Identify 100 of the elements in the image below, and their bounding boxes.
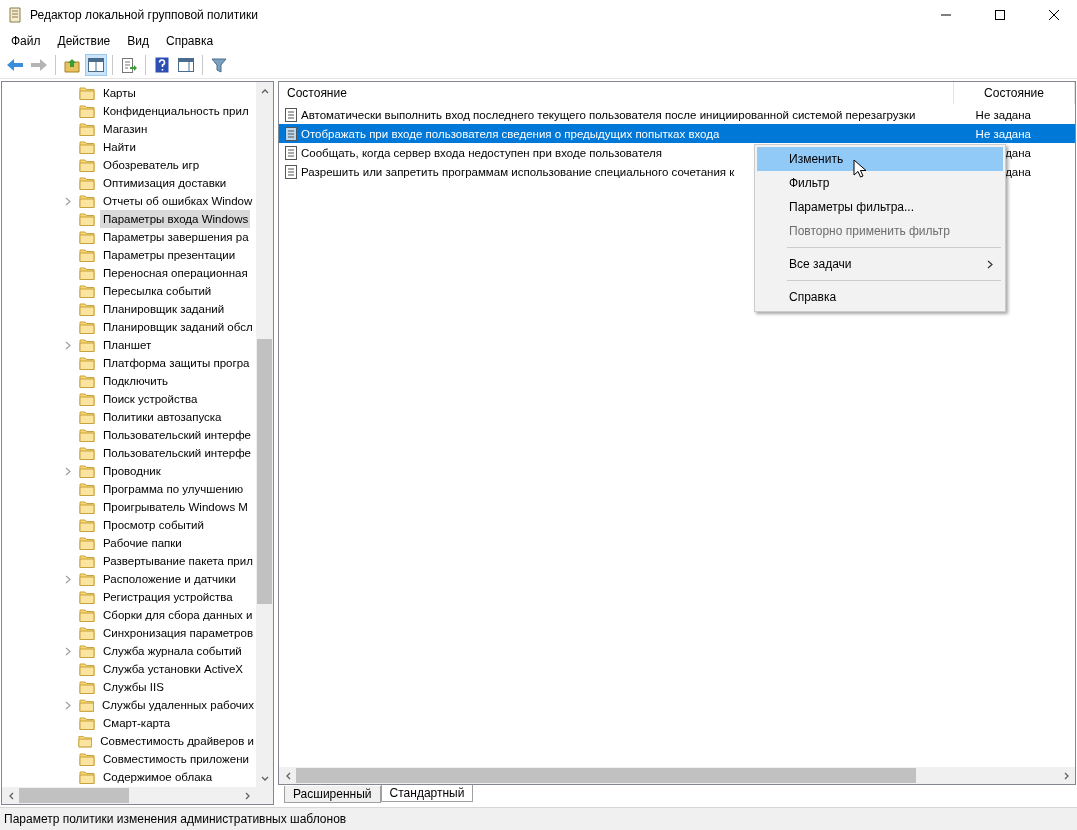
tree-item[interactable]: Параметры презентации bbox=[100, 246, 238, 264]
tree-item[interactable]: Совместимость приложени bbox=[100, 750, 251, 768]
tree-item[interactable]: Рабочие папки bbox=[100, 534, 184, 552]
tree-item[interactable]: Проводник bbox=[100, 462, 163, 480]
close-icon[interactable] bbox=[1049, 10, 1059, 20]
folder-icon bbox=[79, 392, 95, 406]
policy-state: дана bbox=[1004, 146, 1032, 159]
menu-item[interactable]: Справка bbox=[157, 34, 222, 48]
vertical-scrollbar[interactable] bbox=[256, 82, 273, 787]
policy-state: дана bbox=[1004, 165, 1032, 178]
tree-item[interactable]: Политики автозапуска bbox=[100, 408, 224, 426]
tree-item[interactable]: Пересылка событий bbox=[100, 282, 214, 300]
tree-item[interactable]: Отчеты об ошибках Window bbox=[100, 192, 255, 210]
folder-icon bbox=[79, 572, 95, 586]
folder-icon bbox=[78, 698, 95, 712]
view-tab[interactable]: Расширенный bbox=[284, 786, 381, 803]
folder-icon bbox=[79, 284, 95, 298]
tree-item[interactable]: Совместимость драйверов и bbox=[97, 732, 256, 750]
menu-item[interactable]: Изменить bbox=[757, 147, 1003, 171]
folder-icon bbox=[79, 176, 95, 190]
tree-item[interactable]: Оптимизация доставки bbox=[100, 174, 229, 192]
tree-item[interactable]: Пользовательский интерфе bbox=[100, 444, 253, 462]
view-tab[interactable]: Стандартный bbox=[380, 785, 474, 802]
horizontal-scrollbar[interactable] bbox=[2, 787, 256, 804]
folder-icon bbox=[79, 302, 95, 316]
policy-name[interactable]: Отображать при входе пользователя сведения о предыдущих попытках входа bbox=[301, 127, 720, 140]
tree-item[interactable]: Найти bbox=[100, 138, 138, 156]
expand-icon[interactable] bbox=[65, 466, 71, 476]
tree-item[interactable]: Параметры завершения ра bbox=[100, 228, 251, 246]
window-title: Редактор локальной групповой политики bbox=[30, 8, 259, 22]
tree-item[interactable]: Платформа защиты програ bbox=[100, 354, 252, 372]
menu-item[interactable]: Параметры фильтра... bbox=[757, 195, 1003, 219]
mouse-cursor-icon bbox=[853, 159, 867, 179]
tree-item[interactable]: Смарт-карта bbox=[100, 714, 173, 732]
tree-item[interactable]: Планировщик заданий обсл bbox=[100, 318, 255, 336]
expand-icon[interactable] bbox=[65, 574, 71, 584]
maximize-icon[interactable] bbox=[995, 10, 1005, 20]
folder-icon bbox=[79, 410, 95, 424]
tree-item[interactable]: Сборки для сбора данных и bbox=[100, 606, 255, 624]
policy-state: Не задана bbox=[974, 108, 1032, 121]
expand-icon[interactable] bbox=[65, 646, 71, 656]
policy-icon bbox=[285, 145, 297, 160]
horizontal-scrollbar[interactable] bbox=[279, 767, 1075, 784]
folder-icon bbox=[79, 554, 95, 568]
tree-item[interactable]: Службы удаленных рабочих bbox=[99, 696, 256, 714]
app-icon bbox=[8, 7, 22, 23]
tree-item[interactable]: Служба установки ActiveX bbox=[100, 660, 246, 678]
tree-item[interactable]: Проигрыватель Windows M bbox=[100, 498, 250, 516]
folder-icon bbox=[79, 356, 95, 370]
column-header[interactable]: Состояние bbox=[279, 82, 954, 104]
tree-item[interactable]: Планировщик заданий bbox=[100, 300, 227, 318]
folder-icon bbox=[79, 626, 95, 640]
tree-item[interactable]: Регистрация устройства bbox=[100, 588, 235, 606]
menu-item[interactable]: Справка bbox=[757, 285, 1003, 309]
tree-item[interactable]: Обозреватель игр bbox=[100, 156, 202, 174]
folder-icon bbox=[79, 500, 95, 514]
policy-icon bbox=[285, 126, 297, 141]
column-header[interactable]: Состояние bbox=[954, 82, 1075, 104]
tree-item[interactable]: Синхронизация параметров bbox=[100, 624, 255, 642]
tree-item[interactable]: Программа по улучшению bbox=[100, 480, 246, 498]
tree-item[interactable]: Расположение и датчики bbox=[100, 570, 238, 588]
menu-item[interactable]: Фильтр bbox=[757, 171, 1003, 195]
tree-item[interactable]: Переносная операционная bbox=[100, 264, 250, 282]
tree-item[interactable]: Магазин bbox=[100, 120, 150, 138]
folder-icon bbox=[79, 320, 95, 334]
tree-item[interactable]: Просмотр событий bbox=[100, 516, 206, 534]
folder-icon bbox=[79, 194, 95, 208]
tree-pane-icon[interactable] bbox=[85, 54, 107, 76]
folder-icon bbox=[79, 374, 95, 388]
policy-name[interactable]: Разрешить или запретить программам использование специального сочетания к bbox=[301, 165, 735, 178]
folder-icon bbox=[79, 752, 95, 766]
menu-item[interactable]: Действие bbox=[48, 34, 119, 48]
expand-icon[interactable] bbox=[65, 196, 71, 206]
folder-icon bbox=[77, 734, 93, 748]
tree-item[interactable]: Пользовательский интерфе bbox=[100, 426, 253, 444]
tree-item[interactable]: Содержимое облака bbox=[100, 768, 215, 786]
folder-icon bbox=[79, 662, 95, 676]
tree-item[interactable]: Планшет bbox=[100, 336, 154, 354]
folder-icon bbox=[79, 680, 95, 694]
tree-item[interactable]: Карты bbox=[100, 84, 138, 102]
folder-icon bbox=[79, 428, 95, 442]
tree-item[interactable]: Развертывание пакета прил bbox=[100, 552, 255, 570]
expand-icon[interactable] bbox=[65, 700, 71, 710]
tree-item[interactable]: Службы IIS bbox=[100, 678, 166, 696]
expand-icon[interactable] bbox=[65, 340, 71, 350]
menu-item[interactable]: Файл bbox=[2, 34, 49, 48]
folder-icon bbox=[79, 464, 95, 478]
folder-icon bbox=[79, 122, 95, 136]
folder-icon bbox=[79, 248, 95, 262]
tree-item[interactable]: Подключить bbox=[100, 372, 171, 390]
policy-name[interactable]: Сообщать, когда сервер входа недоступен при входе пользователя bbox=[301, 146, 663, 159]
selected-row[interactable]: Отображать при входе пользователя сведения о предыдущих попытках входа Не задана bbox=[279, 124, 1075, 143]
menu-item[interactable]: Вид bbox=[118, 34, 157, 48]
tree-item[interactable]: Служба журнала событий bbox=[100, 642, 244, 660]
tree-item[interactable]: Поиск устройства bbox=[100, 390, 200, 408]
tree-item[interactable]: Параметры входа Windows bbox=[100, 210, 251, 228]
policy-name[interactable]: Автоматически выполнить вход последнего текущего пользователя после инициированной системой перезагрузки bbox=[301, 108, 916, 121]
tree-item[interactable]: Конфиденциальность прил bbox=[100, 102, 251, 120]
menu-item[interactable]: Все задачи bbox=[757, 252, 1003, 276]
folder-icon bbox=[79, 140, 95, 154]
